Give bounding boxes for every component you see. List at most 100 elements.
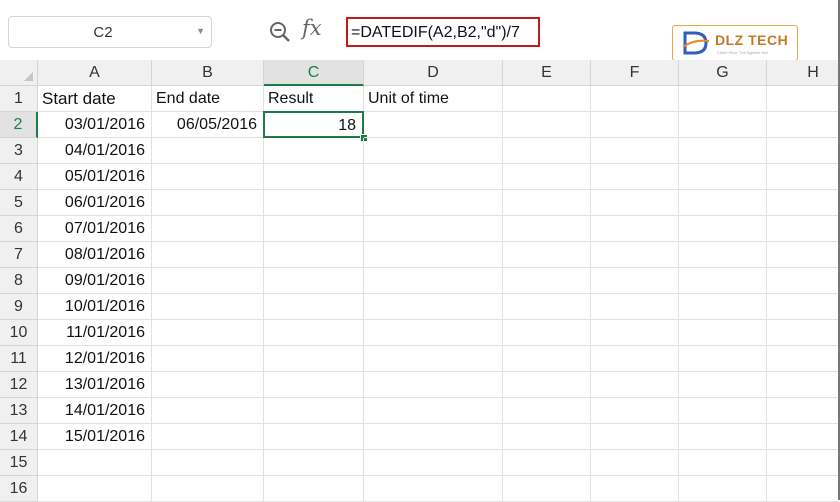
row-header-14[interactable]: 14 (0, 424, 38, 450)
cell-g1[interactable] (679, 86, 767, 112)
cell-d9[interactable] (364, 294, 503, 320)
cell-g14[interactable] (679, 424, 767, 450)
cell-c10[interactable] (264, 320, 364, 346)
cell-d1[interactable]: Unit of time (364, 86, 503, 112)
cell-d15[interactable] (364, 450, 503, 476)
cell-b2[interactable]: 06/05/2016 (152, 112, 264, 138)
cell-e13[interactable] (503, 398, 591, 424)
cell-f1[interactable] (591, 86, 679, 112)
cell-e3[interactable] (503, 138, 591, 164)
cell-f12[interactable] (591, 372, 679, 398)
cell-b15[interactable] (152, 450, 264, 476)
cell-a12[interactable]: 13/01/2016 (38, 372, 152, 398)
row-header-3[interactable]: 3 (0, 138, 38, 164)
cell-g7[interactable] (679, 242, 767, 268)
cell-c1[interactable]: Result (264, 86, 364, 112)
cell-d12[interactable] (364, 372, 503, 398)
cell-e1[interactable] (503, 86, 591, 112)
cell-f2[interactable] (591, 112, 679, 138)
cell-c7[interactable] (264, 242, 364, 268)
cell-d7[interactable] (364, 242, 503, 268)
name-box-dropdown-icon[interactable]: ▼ (196, 26, 205, 36)
cell-g5[interactable] (679, 190, 767, 216)
row-header-6[interactable]: 6 (0, 216, 38, 242)
cell-e14[interactable] (503, 424, 591, 450)
cell-a7[interactable]: 08/01/2016 (38, 242, 152, 268)
column-header-b[interactable]: B (152, 60, 264, 86)
name-box[interactable]: C2 ▼ (8, 16, 212, 48)
cell-b5[interactable] (152, 190, 264, 216)
cell-g4[interactable] (679, 164, 767, 190)
cell-e7[interactable] (503, 242, 591, 268)
cell-c9[interactable] (264, 294, 364, 320)
cell-a5[interactable]: 06/01/2016 (38, 190, 152, 216)
cell-e11[interactable] (503, 346, 591, 372)
cell-g3[interactable] (679, 138, 767, 164)
cell-d3[interactable] (364, 138, 503, 164)
cell-g12[interactable] (679, 372, 767, 398)
cell-c5[interactable] (264, 190, 364, 216)
cell-d8[interactable] (364, 268, 503, 294)
cell-c6[interactable] (264, 216, 364, 242)
cell-d10[interactable] (364, 320, 503, 346)
cell-e15[interactable] (503, 450, 591, 476)
cell-a10[interactable]: 11/01/2016 (38, 320, 152, 346)
cell-f7[interactable] (591, 242, 679, 268)
column-header-g[interactable]: G (679, 60, 767, 86)
row-header-4[interactable]: 4 (0, 164, 38, 190)
row-header-8[interactable]: 8 (0, 268, 38, 294)
cell-f8[interactable] (591, 268, 679, 294)
cell-f15[interactable] (591, 450, 679, 476)
cell-e10[interactable] (503, 320, 591, 346)
cell-d16[interactable] (364, 476, 503, 502)
cell-h10[interactable] (767, 320, 840, 346)
cell-a2[interactable]: 03/01/2016 (38, 112, 152, 138)
formula-input[interactable]: =DATEDIF(A2,B2,"d")/7 (346, 17, 540, 47)
cell-b10[interactable] (152, 320, 264, 346)
cell-c13[interactable] (264, 398, 364, 424)
insert-function-icon[interactable]: fx (302, 16, 322, 40)
column-header-c[interactable]: C (264, 60, 364, 86)
cell-e2[interactable] (503, 112, 591, 138)
select-all-button[interactable] (0, 60, 38, 86)
cell-d6[interactable] (364, 216, 503, 242)
cell-f5[interactable] (591, 190, 679, 216)
cell-a13[interactable]: 14/01/2016 (38, 398, 152, 424)
cell-g8[interactable] (679, 268, 767, 294)
cell-h8[interactable] (767, 268, 840, 294)
cell-d4[interactable] (364, 164, 503, 190)
row-header-5[interactable]: 5 (0, 190, 38, 216)
cell-h15[interactable] (767, 450, 840, 476)
row-header-12[interactable]: 12 (0, 372, 38, 398)
cell-a11[interactable]: 12/01/2016 (38, 346, 152, 372)
cell-d5[interactable] (364, 190, 503, 216)
row-header-13[interactable]: 13 (0, 398, 38, 424)
cell-f6[interactable] (591, 216, 679, 242)
cell-e8[interactable] (503, 268, 591, 294)
column-header-a[interactable]: A (38, 60, 152, 86)
cell-g15[interactable] (679, 450, 767, 476)
cell-e6[interactable] (503, 216, 591, 242)
cell-h14[interactable] (767, 424, 840, 450)
column-header-d[interactable]: D (364, 60, 503, 86)
row-header-7[interactable]: 7 (0, 242, 38, 268)
cell-g16[interactable] (679, 476, 767, 502)
spreadsheet-grid[interactable]: A B C D E F G H 1 Start date End date Result Unit of… (0, 60, 840, 502)
zoom-icon[interactable] (268, 20, 292, 44)
cell-c11[interactable] (264, 346, 364, 372)
cell-h4[interactable] (767, 164, 840, 190)
cell-h3[interactable] (767, 138, 840, 164)
cell-h16[interactable] (767, 476, 840, 502)
cell-b3[interactable] (152, 138, 264, 164)
row-header-11[interactable]: 11 (0, 346, 38, 372)
cell-f10[interactable] (591, 320, 679, 346)
cell-a1[interactable]: Start date (38, 86, 152, 112)
cell-d2[interactable] (364, 112, 503, 138)
cell-c12[interactable] (264, 372, 364, 398)
cell-f4[interactable] (591, 164, 679, 190)
cell-c15[interactable] (264, 450, 364, 476)
cell-f16[interactable] (591, 476, 679, 502)
row-header-16[interactable]: 16 (0, 476, 38, 502)
cell-c8[interactable] (264, 268, 364, 294)
cell-d14[interactable] (364, 424, 503, 450)
